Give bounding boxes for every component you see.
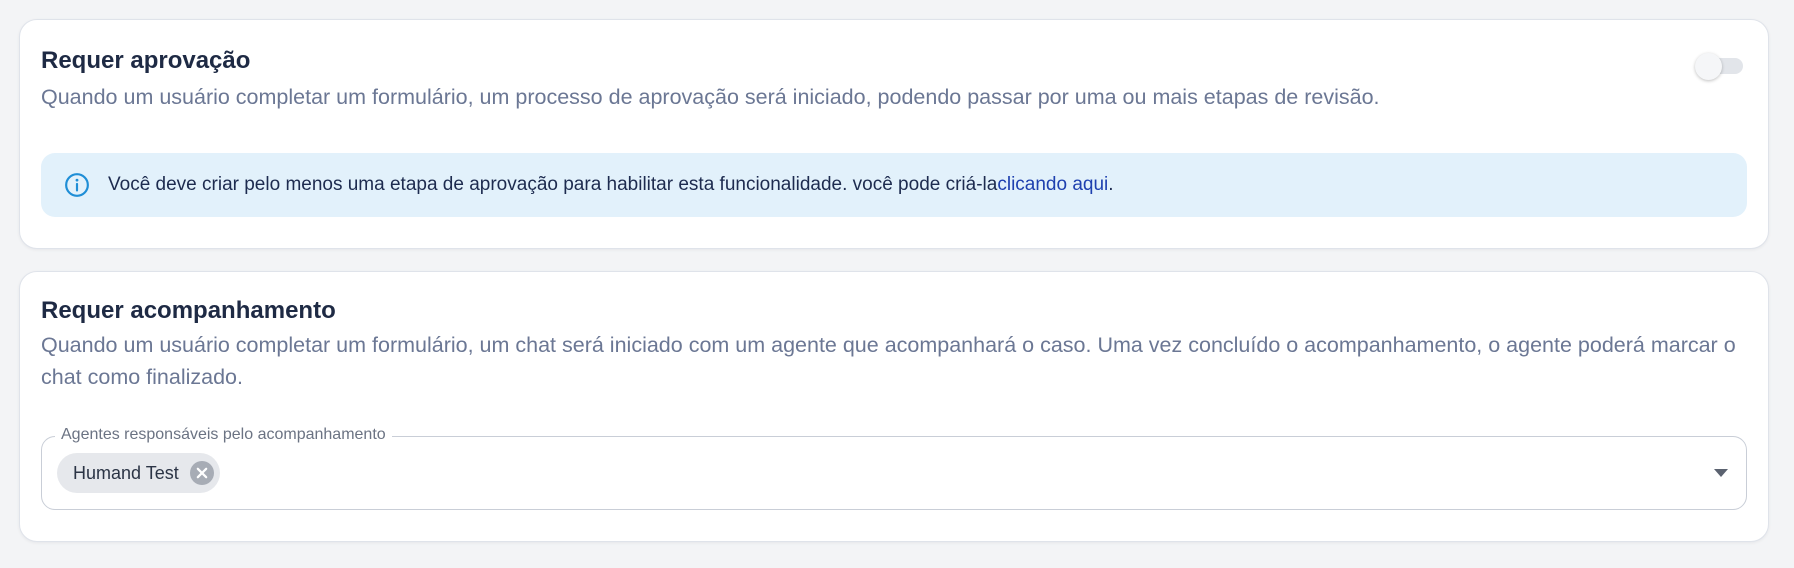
agents-select-label: Agentes responsáveis pelo acompanhamento [55, 426, 392, 444]
info-message: Você deve criar pelo menos uma etapa de … [108, 174, 1114, 196]
followup-description: Quando um usuário completar um formulári… [41, 333, 1736, 389]
toggle-thumb [1695, 53, 1722, 80]
followup-card: Requer acompanhamento Quando um usuário … [19, 271, 1769, 542]
info-message-text: Você deve criar pelo menos uma etapa de … [108, 174, 998, 195]
agents-select[interactable]: Agentes responsáveis pelo acompanhamento… [41, 426, 1747, 510]
create-step-link[interactable]: clicando aqui [997, 174, 1108, 195]
approval-title: Requer aprovação [41, 47, 251, 74]
agent-chip-label: Humand Test [73, 462, 179, 483]
close-circle-icon[interactable] [189, 461, 214, 485]
agent-chip: Humand Test [57, 453, 220, 493]
info-icon [65, 173, 89, 197]
info-message-suffix: . [1108, 174, 1114, 195]
approval-card: Requer aprovação Quando um usuário compl… [19, 19, 1769, 249]
followup-title: Requer acompanhamento [41, 297, 336, 324]
approval-toggle[interactable] [1695, 51, 1743, 80]
chevron-down-icon[interactable] [1713, 468, 1729, 478]
approval-info-alert: Você deve criar pelo menos uma etapa de … [41, 153, 1747, 217]
approval-description: Quando um usuário completar um formulári… [41, 85, 1380, 109]
